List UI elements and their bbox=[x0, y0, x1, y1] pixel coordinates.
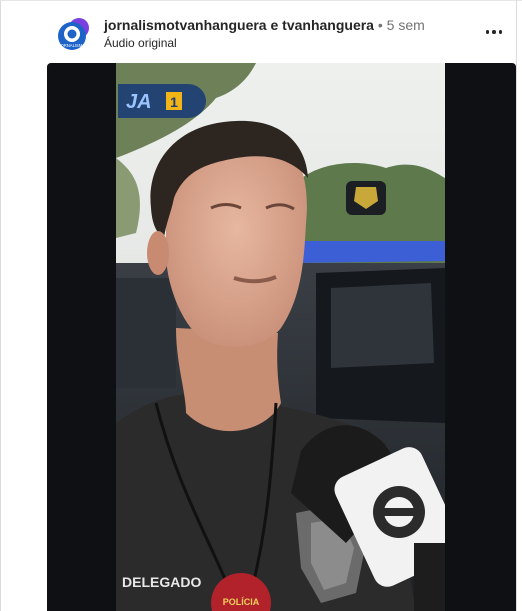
video-frame[interactable]: POLÍCIA DELEGADO globo-logo bbox=[116, 63, 445, 611]
divider bbox=[516, 0, 517, 611]
more-horizontal-icon bbox=[485, 30, 490, 34]
avatar-text: JORNALISMO bbox=[58, 43, 86, 48]
audio-label[interactable]: Áudio original bbox=[104, 36, 177, 50]
vest-text: DELEGADO bbox=[122, 574, 201, 590]
mic-logo: globo-logo bbox=[399, 572, 404, 574]
separator-dot: • bbox=[377, 17, 383, 33]
post-header: JORNALISMO jornalismotvanhanguera e tvan… bbox=[0, 0, 516, 62]
program-badge-number: 1 bbox=[170, 94, 178, 110]
post-time[interactable]: 5 sem bbox=[387, 17, 425, 33]
username-link[interactable]: jornalismotvanhanguera e tvanhanguera bbox=[104, 17, 374, 33]
avatar[interactable]: JORNALISMO bbox=[57, 16, 93, 52]
seal-text: POLÍCIA bbox=[223, 597, 260, 607]
program-badge-text: JA bbox=[126, 91, 152, 113]
more-options-button[interactable] bbox=[484, 22, 504, 42]
program-badge: JA 1 bbox=[118, 84, 206, 118]
tv-logo-icon: JORNALISMO bbox=[58, 18, 89, 50]
program-logo-icon: JA 1 bbox=[118, 84, 206, 118]
more-horizontal-icon bbox=[492, 30, 496, 34]
more-horizontal-icon bbox=[498, 30, 503, 34]
interview-scene: POLÍCIA DELEGADO globo-logo bbox=[116, 63, 445, 611]
video-player[interactable]: POLÍCIA DELEGADO globo-logo bbox=[47, 63, 516, 611]
post-author-line: jornalismotvanhanguera e tvanhanguera • … bbox=[104, 17, 425, 33]
